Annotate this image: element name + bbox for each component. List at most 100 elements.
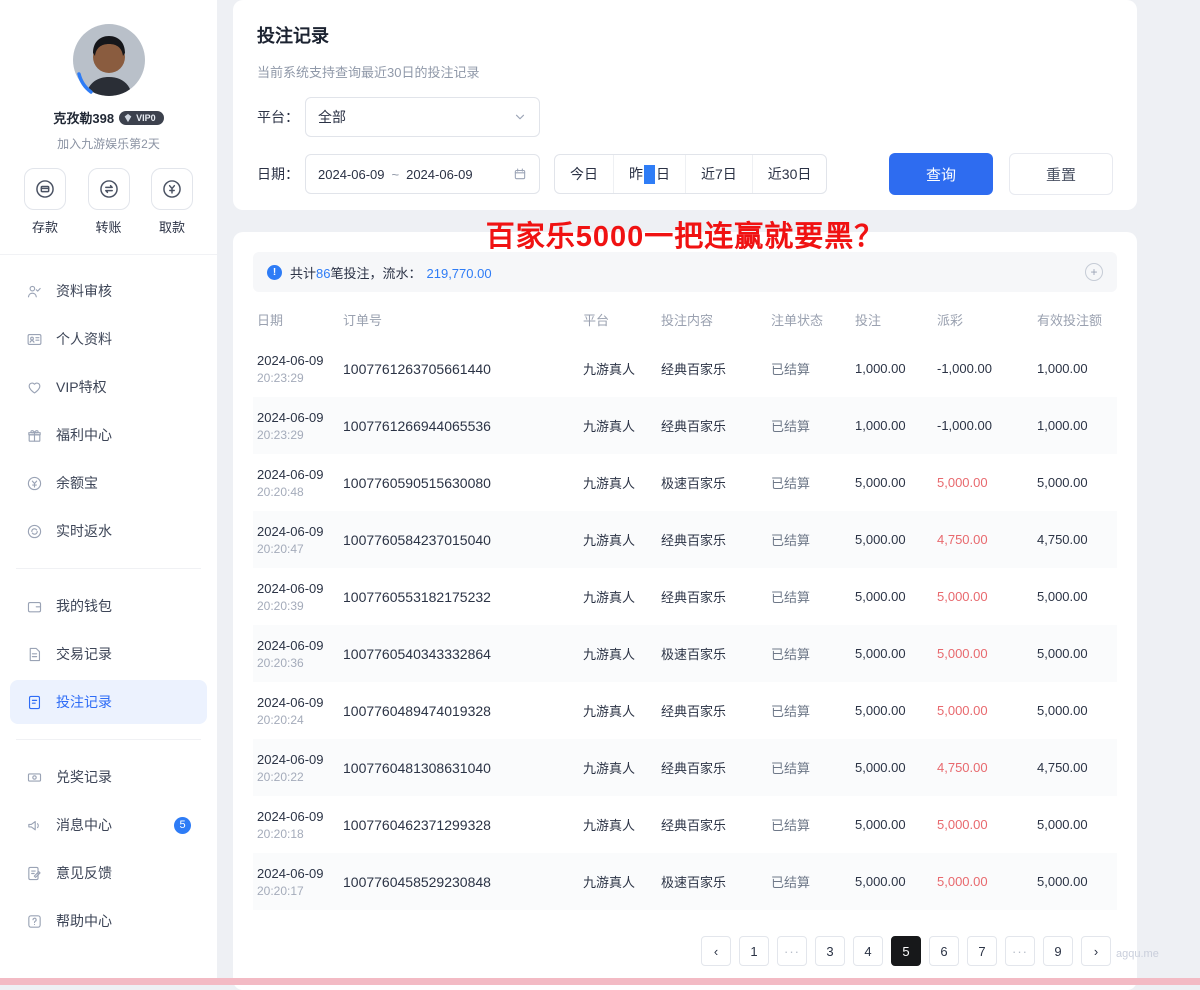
cell-valid-bet: 1,000.00 [1033,340,1117,397]
page-button-6[interactable]: 6 [929,936,959,966]
page-button-3[interactable]: 3 [815,936,845,966]
sidebar-item-message-center[interactable]: 消息中心5 [10,803,207,847]
sidebar-item-bet-records[interactable]: 投注记录 [10,680,207,724]
date-range-input[interactable]: 2024-06-09 ~ 2024-06-09 [305,154,540,194]
cell-bet-content: 经典百家乐 [657,739,767,796]
cell-order-no: 1007760584237015040 [339,511,579,568]
calendar-icon [513,167,527,181]
page-button-7[interactable]: 7 [967,936,997,966]
cell-payout: 5,000.00 [933,625,1033,682]
vip-gem-icon [123,113,133,123]
sidebar-item-help-center[interactable]: 帮助中心 [10,899,207,943]
sidebar-item-realtime-rebate[interactable]: 实时返水 [10,509,207,553]
quick-action-withdraw[interactable]: 取款 [151,168,193,236]
page-button-4[interactable]: 4 [853,936,883,966]
cell-bet-content: 极速百家乐 [657,625,767,682]
sidebar-item-balance-treasure[interactable]: 余额宝 [10,461,207,505]
platform-selected-value: 全部 [318,107,346,127]
sidebar: 克孜勒398 VIP0 加入九游娱乐第2天 存款 转账取款 资料审核个人资料 VIP… [0,0,217,985]
watermark: agqu.me [1116,948,1159,960]
transfer-icon [98,178,120,200]
cell-valid-bet: 5,000.00 [1033,568,1117,625]
summary-bar: ! 共计86笔投注，流水：219,770.00 + [253,252,1117,292]
cell-valid-bet: 4,750.00 [1033,511,1117,568]
cell-order-no: 1007760590515630080 [339,454,579,511]
sidebar-item-welfare-center[interactable]: 福利中心 [10,413,207,457]
date-end: 2024-06-09 [406,167,473,182]
bet-records-table: 日期订单号平台投注内容注单状态投注派彩有效投注额 2024-06-0920:23… [253,298,1117,910]
table-row: 2024-06-0920:23:291007761263705661440九游真… [253,340,1117,397]
cell-bet-amount: 5,000.00 [851,853,933,910]
sidebar-menu: 资料审核个人资料 VIP特权福利中心余额宝实时返水我的钱包交易记录投注记录兑奖记录… [0,255,217,943]
vip-badge[interactable]: VIP0 [119,111,164,125]
cell-order-no: 1007760540343332864 [339,625,579,682]
platform-select[interactable]: 全部 [305,97,540,137]
sidebar-item-my-wallet[interactable]: 我的钱包 [10,584,207,628]
cell-order-no: 1007760458529230848 [339,853,579,910]
expand-icon[interactable]: + [1085,263,1103,281]
cell-order-no: 1007760462371299328 [339,796,579,853]
join-days-text: 加入九游娱乐第2天 [0,135,217,152]
ellipsis-pages-button[interactable]: ··· [777,936,807,966]
sidebar-item-personal-info[interactable]: 个人资料 [10,317,207,361]
cell-payout: 5,000.00 [933,454,1033,511]
sidebar-item-feedback[interactable]: 意见反馈 [10,851,207,895]
bet-record-icon [26,694,43,711]
cell-bet-amount: 1,000.00 [851,397,933,454]
date-start: 2024-06-09 [318,167,385,182]
withdraw-icon [161,178,183,200]
filter-last-30-days[interactable]: 近30日 [752,155,827,193]
cell-status: 已结算 [767,511,851,568]
cell-date: 2024-06-0920:20:24 [253,682,339,739]
quick-action-label: 存款 [32,217,58,236]
filter-yesterday[interactable]: 昨日 [613,155,685,193]
deposit-icon-box [24,168,66,210]
reset-button[interactable]: 重置 [1009,153,1113,195]
sidebar-item-transaction-records[interactable]: 交易记录 [10,632,207,676]
deposit-icon [34,178,56,200]
cell-status: 已结算 [767,340,851,397]
prev-page-button[interactable]: ‹ [701,936,731,966]
cell-status: 已结算 [767,568,851,625]
page-subtitle: 当前系统支持查询最近30日的投注记录 [257,62,1113,81]
sidebar-item-label: VIP特权 [56,377,107,397]
cell-valid-bet: 4,750.00 [1033,739,1117,796]
quick-action-deposit[interactable]: 存款 [24,168,66,236]
cell-bet-amount: 5,000.00 [851,796,933,853]
table-row: 2024-06-0920:20:391007760553182175232九游真… [253,568,1117,625]
cell-bet-amount: 5,000.00 [851,682,933,739]
cell-valid-bet: 5,000.00 [1033,853,1117,910]
records-card: ! 共计86笔投注，流水：219,770.00 + 日期订单号平台投注内容注单状… [233,232,1137,990]
page-button-1[interactable]: 1 [739,936,769,966]
quick-action-transfer[interactable]: 转账 [88,168,130,236]
table-row: 2024-06-0920:20:471007760584237015040九游真… [253,511,1117,568]
column-header: 注单状态 [767,298,851,340]
summary-text: 共计86笔投注，流水：219,770.00 [290,263,492,282]
cell-bet-content: 经典百家乐 [657,682,767,739]
next-page-button[interactable]: › [1081,936,1111,966]
unread-badge: 5 [174,817,191,834]
text-selection-highlight [644,165,655,184]
cell-bet-content: 经典百家乐 [657,796,767,853]
cell-order-no: 1007760481308631040 [339,739,579,796]
query-button[interactable]: 查询 [889,153,993,195]
table-row: 2024-06-0920:20:171007760458529230848九游真… [253,853,1117,910]
ellipsis-pages-button[interactable]: ··· [1005,936,1035,966]
username: 克孜勒398 [53,108,114,127]
sidebar-item-vip-privileges[interactable]: VIP特权 [10,365,207,409]
cell-platform: 九游真人 [579,625,657,682]
sidebar-item-label: 交易记录 [56,644,112,664]
cell-bet-content: 经典百家乐 [657,340,767,397]
cell-date: 2024-06-0920:20:17 [253,853,339,910]
quick-date-filters: 今日昨日近7日近30日 [554,154,827,194]
cell-payout: 4,750.00 [933,739,1033,796]
sidebar-item-profile-review[interactable]: 资料审核 [10,269,207,313]
cell-platform: 九游真人 [579,568,657,625]
filter-today[interactable]: 今日 [555,155,613,193]
cell-date: 2024-06-0920:20:22 [253,739,339,796]
page-button-5[interactable]: 5 [891,936,921,966]
page-button-9[interactable]: 9 [1043,936,1073,966]
filter-last-7-days[interactable]: 近7日 [685,155,752,193]
sidebar-item-prize-records[interactable]: 兑奖记录 [10,755,207,799]
message-icon [26,817,43,834]
